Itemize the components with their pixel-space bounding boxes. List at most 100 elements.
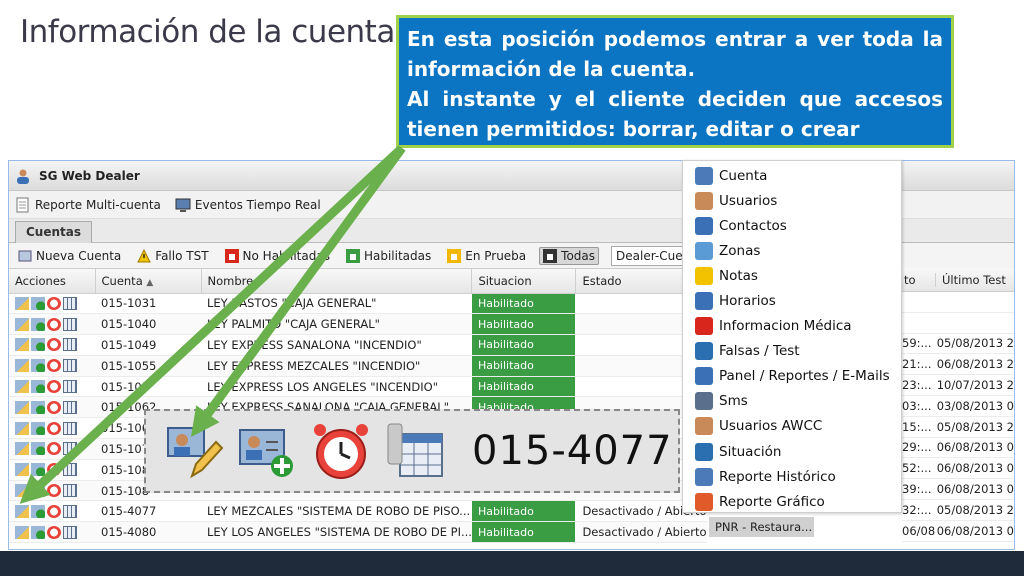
edit-icon[interactable] [15, 317, 29, 331]
cell-situacion: Habilitado [471, 521, 577, 544]
add-icon[interactable] [31, 463, 45, 477]
context-menu-item[interactable]: Notas [683, 263, 901, 288]
cell-tail: 29:... [902, 440, 932, 455]
table-row[interactable]: 015-1031 LEY BASTOS "CAJA GENERAL" Habilit… [9, 293, 707, 315]
edit-icon[interactable] [15, 421, 29, 435]
clock-icon[interactable] [47, 421, 61, 435]
add-icon[interactable] [31, 484, 45, 498]
edit-icon[interactable] [15, 463, 29, 477]
tab-cuentas[interactable]: Cuentas [15, 221, 93, 243]
grid-icon[interactable] [63, 400, 77, 414]
warning-icon [137, 248, 152, 262]
grid-icon[interactable] [63, 317, 77, 331]
cell-nombre: LEY EXPRESS MEZCALES "INCENDIO" [201, 355, 472, 377]
menu-eventos-tiempo-real[interactable]: Eventos Tiempo Real [175, 197, 321, 213]
context-menu-item[interactable]: Contactos [683, 213, 901, 238]
add-icon[interactable] [31, 400, 45, 414]
context-menu-item[interactable]: Sms [683, 389, 901, 414]
new-account-button[interactable]: Nueva Cuenta [15, 248, 124, 264]
users-icon [695, 191, 713, 210]
clock-icon[interactable] [47, 400, 61, 414]
table-row[interactable]: 015-1055 LEY EXPRESS MEZCALES "INCENDIO" H… [9, 355, 707, 377]
clock-icon[interactable] [47, 484, 61, 498]
add-icon[interactable] [31, 359, 45, 373]
context-menu-item[interactable]: Horarios [683, 288, 901, 313]
spreadsheet-icon[interactable] [384, 420, 446, 482]
grid-icon[interactable] [63, 442, 77, 456]
col-acciones[interactable]: Acciones [9, 269, 96, 294]
cell-situacion: Habilitado [471, 500, 577, 523]
add-icon[interactable] [31, 338, 45, 352]
grid-icon[interactable] [63, 525, 77, 539]
add-account-icon[interactable] [236, 420, 298, 482]
right-row [902, 292, 1014, 313]
grid-icon[interactable] [63, 338, 77, 352]
clock-icon[interactable] [47, 463, 61, 477]
pnr-cell: PNR - Restaura... [709, 517, 814, 537]
add-icon[interactable] [31, 296, 45, 310]
grid-icon[interactable] [63, 359, 77, 373]
col-nombre[interactable]: Nombre [201, 269, 473, 294]
menu-label: Reporte Multi-cuenta [35, 197, 161, 212]
edit-icon[interactable] [15, 296, 29, 310]
clock-icon[interactable] [47, 504, 61, 518]
filter-fallo-tst[interactable]: Fallo TST [134, 248, 211, 264]
table-row[interactable]: 015-105 LEY EXPRESS LOS ANGELES "INCENDIO… [9, 376, 707, 398]
add-icon[interactable] [31, 380, 45, 394]
col-cuenta[interactable]: Cuenta ▲ [95, 269, 202, 294]
clock-icon[interactable] [47, 525, 61, 539]
window-title: SG Web Dealer [39, 168, 140, 183]
add-icon[interactable] [31, 442, 45, 456]
table-row[interactable]: 015-1049 LEY EXPRESS SANALONA "INCENDIO" H… [9, 334, 707, 356]
context-menu-item[interactable]: Panel / Reportes / E-Mails [683, 364, 901, 389]
cell-nombre: LEY EXPRESS SANALONA "INCENDIO" [201, 334, 472, 356]
edit-icon[interactable] [15, 525, 29, 539]
filter-todas[interactable]: Todas [539, 246, 600, 265]
grid-icon[interactable] [63, 463, 77, 477]
context-menu-item[interactable]: Reporte Gráfico [683, 489, 901, 514]
edit-account-icon[interactable] [162, 420, 224, 482]
grid-icon[interactable] [63, 421, 77, 435]
context-menu-item[interactable]: Usuarios AWCC [683, 414, 901, 439]
add-icon[interactable] [31, 504, 45, 518]
col-ultimo-test[interactable]: Último Test [936, 273, 1006, 287]
context-menu-label: Reporte Gráfico [719, 493, 825, 510]
table-row[interactable]: 015-4077 LEY MEZCALES "SISTEMA DE ROBO DE… [9, 500, 707, 523]
context-menu-item[interactable]: Zonas [683, 238, 901, 263]
table-row[interactable]: 015-4080 LEY LOS ANGELES "SISTEMA DE ROBO… [9, 521, 707, 544]
filter-en-prueba[interactable]: En Prueba [444, 248, 529, 264]
edit-icon[interactable] [15, 359, 29, 373]
clock-icon[interactable] [47, 359, 61, 373]
grid-icon[interactable] [63, 380, 77, 394]
add-icon[interactable] [31, 421, 45, 435]
clock-icon[interactable] [47, 338, 61, 352]
filter-habilitadas[interactable]: Habilitadas [343, 248, 434, 264]
clock-icon[interactable] [47, 317, 61, 331]
add-icon[interactable] [31, 525, 45, 539]
grid-icon[interactable] [63, 504, 77, 518]
col-situacion[interactable]: Situacion [471, 269, 577, 294]
clock-icon[interactable] [47, 296, 61, 310]
alarm-clock-icon[interactable] [310, 420, 372, 482]
table-row[interactable]: 015-1040 LEY PALMITO "CAJA GENERAL" Habili… [9, 313, 707, 336]
edit-icon[interactable] [15, 400, 29, 414]
context-menu-item[interactable]: Usuarios [683, 188, 901, 213]
context-menu-item[interactable]: Falsas / Test [683, 339, 901, 364]
grid-icon[interactable] [63, 296, 77, 310]
edit-icon[interactable] [15, 380, 29, 394]
context-menu-item[interactable]: Cuenta [683, 163, 901, 188]
context-menu-item[interactable]: Reporte Histórico [683, 464, 901, 489]
context-menu-item[interactable]: Situación [683, 439, 901, 464]
add-icon[interactable] [31, 317, 45, 331]
clock-icon[interactable] [47, 442, 61, 456]
col-tail-to[interactable]: to [902, 272, 936, 287]
edit-icon[interactable] [15, 442, 29, 456]
filter-no-habilitadas[interactable]: No Habilitadas [222, 248, 333, 264]
clock-icon[interactable] [47, 380, 61, 394]
menu-reporte-multicuenta[interactable]: Reporte Multi-cuenta [15, 197, 161, 213]
edit-icon[interactable] [15, 484, 29, 498]
edit-icon[interactable] [15, 338, 29, 352]
edit-icon[interactable] [15, 504, 29, 518]
context-menu-item[interactable]: Informacion Médica [683, 314, 901, 339]
grid-icon[interactable] [63, 484, 77, 498]
